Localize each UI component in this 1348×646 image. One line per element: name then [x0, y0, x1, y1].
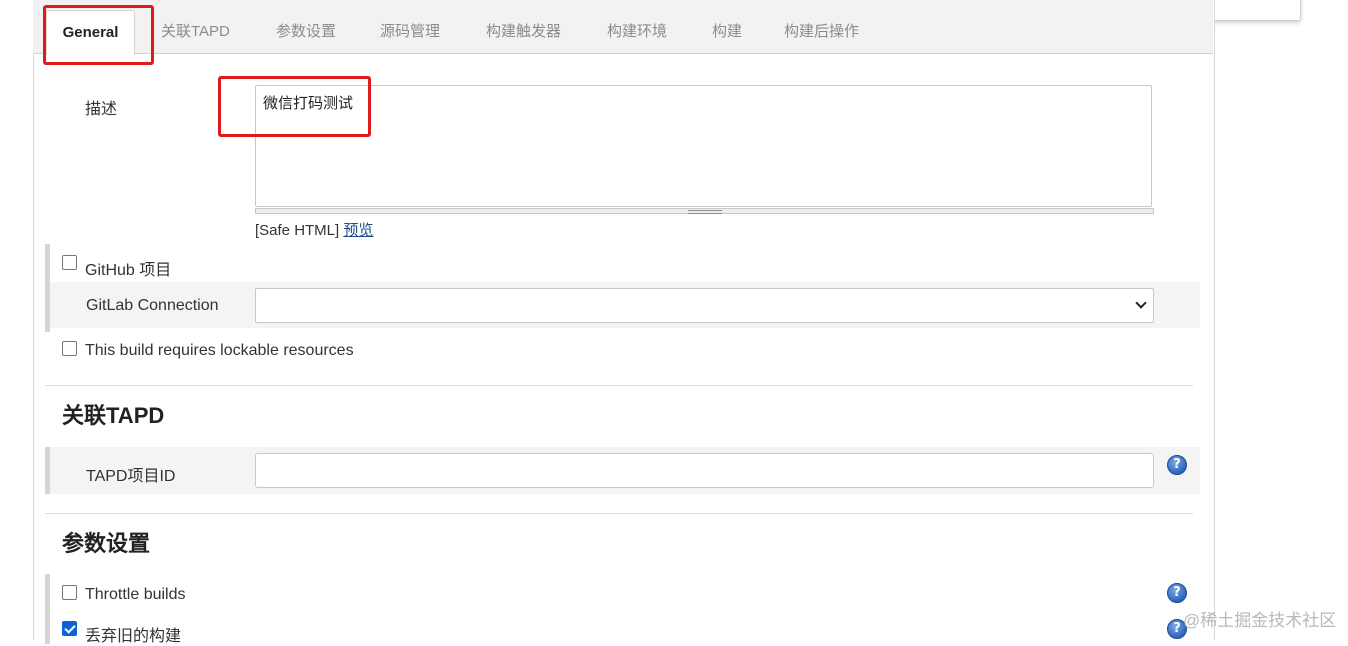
watermark: @稀土掘金技术社区	[1183, 611, 1337, 630]
tab-post-build[interactable]: 构建后操作	[784, 20, 859, 41]
tab-build-env[interactable]: 构建环境	[607, 20, 667, 41]
throttle-builds-checkbox[interactable]	[62, 585, 77, 600]
tab-build[interactable]: 构建	[712, 20, 742, 41]
safe-html-note: [Safe HTML] 预览	[255, 219, 373, 240]
tapd-section-title: 关联TAPD	[62, 403, 165, 428]
tab-general[interactable]: General	[46, 10, 135, 55]
params-section-title: 参数设置	[62, 531, 151, 556]
textarea-resize-handle[interactable]	[255, 208, 1154, 214]
github-project-label: GitHub 项目	[85, 262, 172, 279]
section-divider	[45, 513, 1193, 514]
tapd-project-id-input[interactable]	[255, 453, 1154, 488]
preview-link[interactable]: 预览	[343, 222, 373, 239]
description-label: 描述	[85, 101, 118, 118]
description-textarea[interactable]: 微信打码测试	[255, 85, 1152, 207]
lockable-resources-checkbox[interactable]	[62, 341, 77, 356]
help-icon[interactable]: ?	[1167, 583, 1187, 603]
discard-old-builds-label: 丢弃旧的构建	[85, 628, 182, 645]
tab-params[interactable]: 参数设置	[276, 20, 336, 41]
gitlab-connection-label: GitLab Connection	[86, 297, 219, 314]
throttle-builds-label: Throttle builds	[85, 586, 186, 603]
gitlab-connection-select[interactable]	[255, 288, 1154, 323]
section-divider	[45, 385, 1193, 386]
chevron-down-icon	[1135, 297, 1147, 309]
description-value: 微信打码测试	[263, 95, 354, 112]
tapd-group-bar	[45, 447, 50, 494]
lockable-resources-label: This build requires lockable resources	[85, 342, 354, 359]
tab-scm[interactable]: 源码管理	[380, 20, 440, 41]
tab-tapd[interactable]: 关联TAPD	[161, 20, 230, 41]
tab-general-label: General	[62, 24, 119, 41]
github-group-bar	[45, 244, 50, 332]
tapd-project-id-label: TAPD项目ID	[86, 468, 176, 485]
tab-triggers[interactable]: 构建触发器	[486, 20, 561, 41]
help-icon[interactable]: ?	[1167, 455, 1187, 475]
safe-html-text: [Safe HTML]	[255, 222, 340, 239]
github-project-checkbox[interactable]	[62, 255, 77, 270]
